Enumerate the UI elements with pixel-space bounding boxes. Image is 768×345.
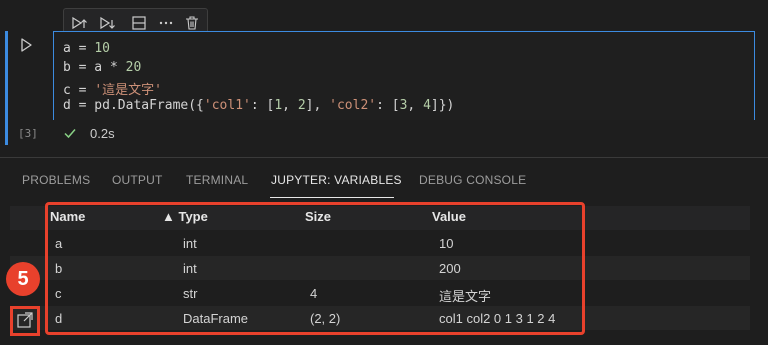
code-token: : [: [376, 98, 400, 113]
more-icon[interactable]: [157, 14, 175, 32]
cell-focus-indicator: [5, 31, 8, 145]
code-token: c =: [63, 83, 95, 98]
code-token: : [: [250, 98, 275, 113]
code-token: ,: [407, 98, 424, 113]
tab-problems[interactable]: PROBLEMS: [22, 173, 90, 187]
panel-divider: [0, 157, 768, 158]
run-below-icon[interactable]: [98, 14, 116, 32]
code-token: 2: [297, 98, 306, 113]
tab-debug-console[interactable]: DEBUG CONSOLE: [419, 173, 526, 187]
run-above-icon[interactable]: [70, 14, 88, 32]
code-token: 'col1': [203, 98, 251, 113]
tab-output[interactable]: OUTPUT: [112, 173, 163, 187]
code-token: 'col2': [329, 98, 377, 113]
open-data-viewer-icon[interactable]: [16, 311, 34, 329]
run-cell-icon[interactable]: [18, 37, 34, 53]
code-token: ,: [282, 98, 298, 113]
active-tab-indicator: [270, 197, 394, 198]
code-token: '這是文字': [94, 83, 162, 98]
code-token: ],: [305, 98, 330, 113]
split-cell-icon[interactable]: [130, 14, 148, 32]
variables-highlight-box: [45, 202, 585, 335]
tab-jupyter-variables[interactable]: JUPYTER: VARIABLES: [271, 173, 402, 187]
execution-time: 0.2s: [90, 126, 115, 141]
code-line: a = 10: [63, 41, 110, 56]
execution-count: [3]: [18, 127, 38, 140]
code-token: a =: [63, 41, 95, 56]
code-line: b = a * 20: [63, 60, 141, 75]
code-token: ]}): [430, 98, 455, 113]
code-line: c = '這是文字': [63, 79, 162, 98]
check-icon: [64, 129, 76, 139]
step-badge: 5: [6, 262, 40, 296]
code-token: b = a *: [63, 60, 126, 75]
code-token: 10: [94, 41, 110, 56]
code-line: d = pd.DataFrame({'col1': [1, 2], 'col2'…: [63, 98, 454, 113]
code-token: 20: [125, 60, 142, 75]
code-token: 1: [274, 98, 283, 113]
delete-icon[interactable]: [183, 14, 201, 32]
code-editor[interactable]: a = 10 b = a * 20 c = '這是文字' d = pd.DataFra…: [53, 31, 755, 120]
code-token: d = pd.DataFrame({: [63, 98, 204, 113]
tab-terminal[interactable]: TERMINAL: [186, 173, 248, 187]
code-token: 4: [423, 98, 431, 113]
